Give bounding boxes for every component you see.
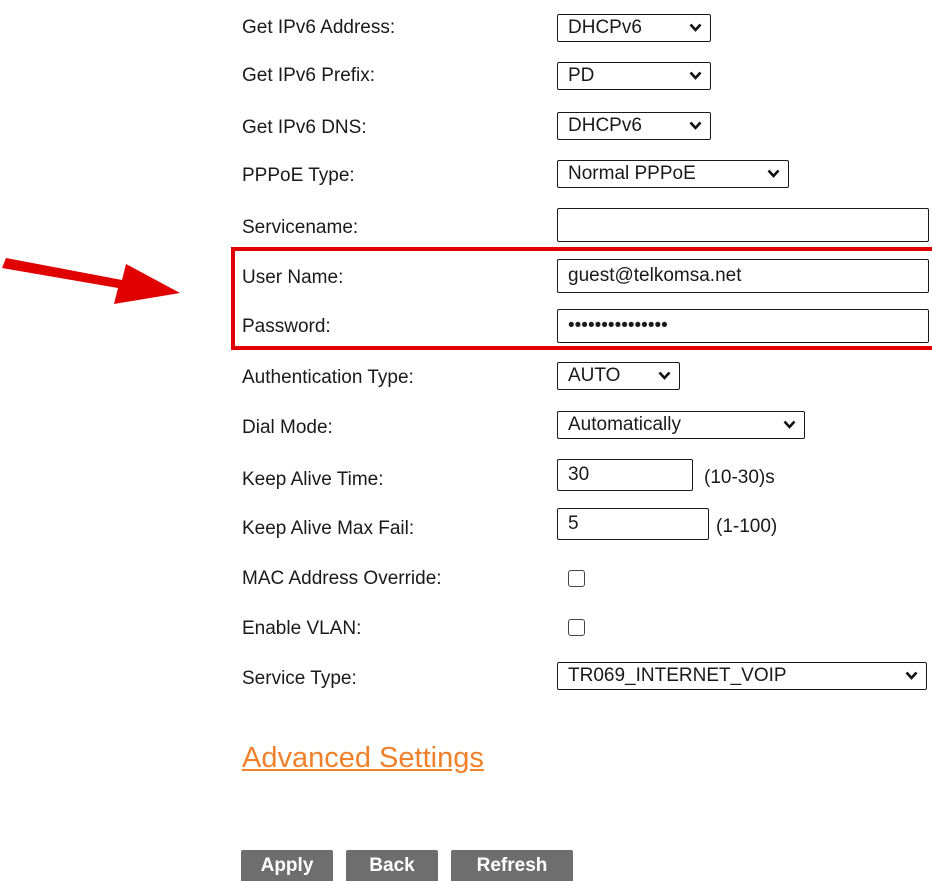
dial-mode-value: Automatically — [568, 414, 681, 435]
keep-alive-time-label: Keep Alive Time: — [242, 469, 384, 490]
ipv6-address-select[interactable]: DHCPv6 — [557, 14, 711, 42]
keep-alive-max-fail-unit: (1-100) — [716, 516, 778, 537]
auth-type-value: AUTO — [568, 365, 621, 386]
keep-alive-time-input[interactable]: 30 — [557, 459, 693, 491]
auth-type-label: Authentication Type: — [242, 367, 414, 388]
ipv6-prefix-label: Get IPv6 Prefix: — [242, 65, 376, 86]
keep-alive-max-fail-label: Keep Alive Max Fail: — [242, 518, 415, 539]
enable-vlan-checkbox[interactable] — [568, 619, 585, 636]
service-type-select[interactable]: TR069_INTERNET_VOIP — [557, 662, 927, 690]
chevron-down-icon — [783, 420, 796, 429]
advanced-settings-link[interactable]: Advanced Settings — [242, 741, 484, 775]
pppoe-type-value: Normal PPPoE — [568, 163, 696, 184]
ipv6-prefix-select[interactable]: PD — [557, 62, 711, 90]
chevron-down-icon — [767, 169, 780, 178]
service-type-label: Service Type: — [242, 668, 357, 689]
dial-mode-label: Dial Mode: — [242, 417, 333, 438]
auth-type-select[interactable]: AUTO — [557, 362, 680, 390]
servicename-label: Servicename: — [242, 217, 359, 238]
annotation-arrow-icon — [2, 258, 180, 304]
ipv6-dns-select[interactable]: DHCPv6 — [557, 112, 711, 140]
back-button[interactable]: Back — [346, 850, 438, 881]
pppoe-type-label: PPPoE Type: — [242, 165, 355, 186]
ipv6-address-value: DHCPv6 — [568, 17, 642, 38]
keep-alive-max-fail-input[interactable]: 5 — [557, 508, 709, 540]
chevron-down-icon — [689, 121, 702, 130]
dial-mode-select[interactable]: Automatically — [557, 411, 805, 439]
pppoe-type-select[interactable]: Normal PPPoE — [557, 160, 789, 188]
chevron-down-icon — [658, 371, 671, 380]
apply-button[interactable]: Apply — [241, 850, 333, 881]
ipv6-prefix-value: PD — [568, 65, 595, 86]
refresh-button[interactable]: Refresh — [451, 850, 573, 881]
mac-override-label: MAC Address Override: — [242, 568, 442, 589]
chevron-down-icon — [689, 23, 702, 32]
enable-vlan-label: Enable VLAN: — [242, 618, 362, 639]
chevron-down-icon — [689, 71, 702, 80]
password-label: Password: — [242, 316, 331, 337]
username-input[interactable]: guest@telkomsa.net — [557, 259, 929, 293]
ipv6-address-label: Get IPv6 Address: — [242, 17, 396, 38]
mac-override-checkbox[interactable] — [568, 570, 585, 587]
servicename-input[interactable] — [557, 208, 929, 242]
password-input[interactable]: ••••••••••••••• — [557, 309, 929, 343]
service-type-value: TR069_INTERNET_VOIP — [568, 665, 787, 686]
username-label: User Name: — [242, 267, 344, 288]
keep-alive-time-unit: (10-30)s — [704, 467, 775, 488]
ipv6-dns-label: Get IPv6 DNS: — [242, 117, 367, 138]
ipv6-dns-value: DHCPv6 — [568, 115, 642, 136]
chevron-down-icon — [905, 671, 918, 680]
